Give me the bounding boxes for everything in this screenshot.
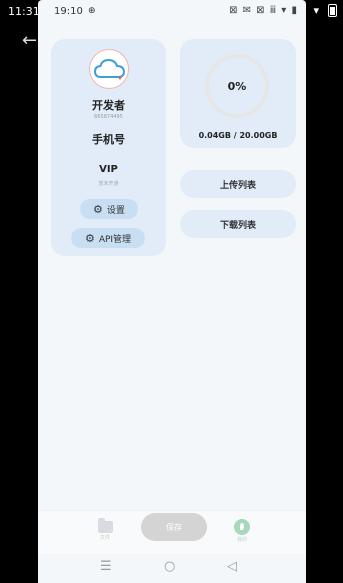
system-nav-bar: ☰ ○ ◁ <box>38 554 306 583</box>
status-icons: ⊠ ✉ ⊠ ⅲ ▾ ▮ <box>229 5 298 16</box>
leaf-icon <box>234 519 250 535</box>
device-time: 11:31 <box>8 5 40 18</box>
developer-name: 开发者 <box>92 99 125 112</box>
settings-button[interactable]: ⚙ 设置 <box>80 199 138 219</box>
upload-list-button[interactable]: 上传列表 <box>180 170 296 198</box>
nav-mine-label: 我的 <box>236 537 247 543</box>
storage-usage: 0.04GB / 20.00GB <box>198 131 278 140</box>
settings-label: 设置 <box>106 205 125 216</box>
avatar[interactable] <box>89 49 129 89</box>
status-dot-icon: ⊕ <box>88 6 96 16</box>
wifi-icon: ▾ <box>313 4 319 17</box>
api-management-button[interactable]: ⚙ API管理 <box>71 228 145 248</box>
menu-icon[interactable]: ☰ <box>100 559 112 574</box>
storage-percent: 0% <box>227 80 247 93</box>
vip-status: 暂未开通 <box>98 181 119 187</box>
app-screen: 19:10 ⊕ ⊠ ✉ ⊠ ⅲ ▾ ▮ 开发者 665874495 手机号 VI… <box>38 0 306 583</box>
save-button[interactable]: 保存 <box>141 513 207 541</box>
gear-icon: ⚙ <box>93 202 103 216</box>
nav-mine-tab[interactable]: 我的 <box>222 517 262 543</box>
back-triangle-icon[interactable]: ◁ <box>227 559 237 574</box>
api-management-label: API管理 <box>98 234 132 245</box>
user-id: 665874495 <box>94 114 123 120</box>
back-arrow-icon[interactable]: ← <box>22 30 37 51</box>
storage-progress-ring: 0% <box>205 54 269 118</box>
battery-icon <box>328 4 337 17</box>
gear-icon: ⚙ <box>84 231 95 245</box>
profile-card: 开发者 665874495 手机号 VIP 暂未开通 ⚙ 设置 ⚙ API管理 <box>51 39 166 256</box>
cloud-icon <box>93 58 126 80</box>
app-status-bar: 19:10 ⊕ ⊠ ✉ ⊠ ⅲ ▾ ▮ <box>38 4 306 22</box>
status-time: 19:10 <box>54 6 83 17</box>
download-list-button[interactable]: 下载列表 <box>180 210 296 238</box>
home-icon[interactable]: ○ <box>164 559 175 574</box>
nav-files-tab[interactable]: 文件 <box>85 517 125 541</box>
vip-label: VIP <box>99 164 118 175</box>
phone-number-label: 手机号 <box>92 133 125 146</box>
folder-icon <box>97 518 113 533</box>
storage-card: 0% 0.04GB / 20.00GB <box>180 39 296 148</box>
nav-files-label: 文件 <box>99 535 110 541</box>
